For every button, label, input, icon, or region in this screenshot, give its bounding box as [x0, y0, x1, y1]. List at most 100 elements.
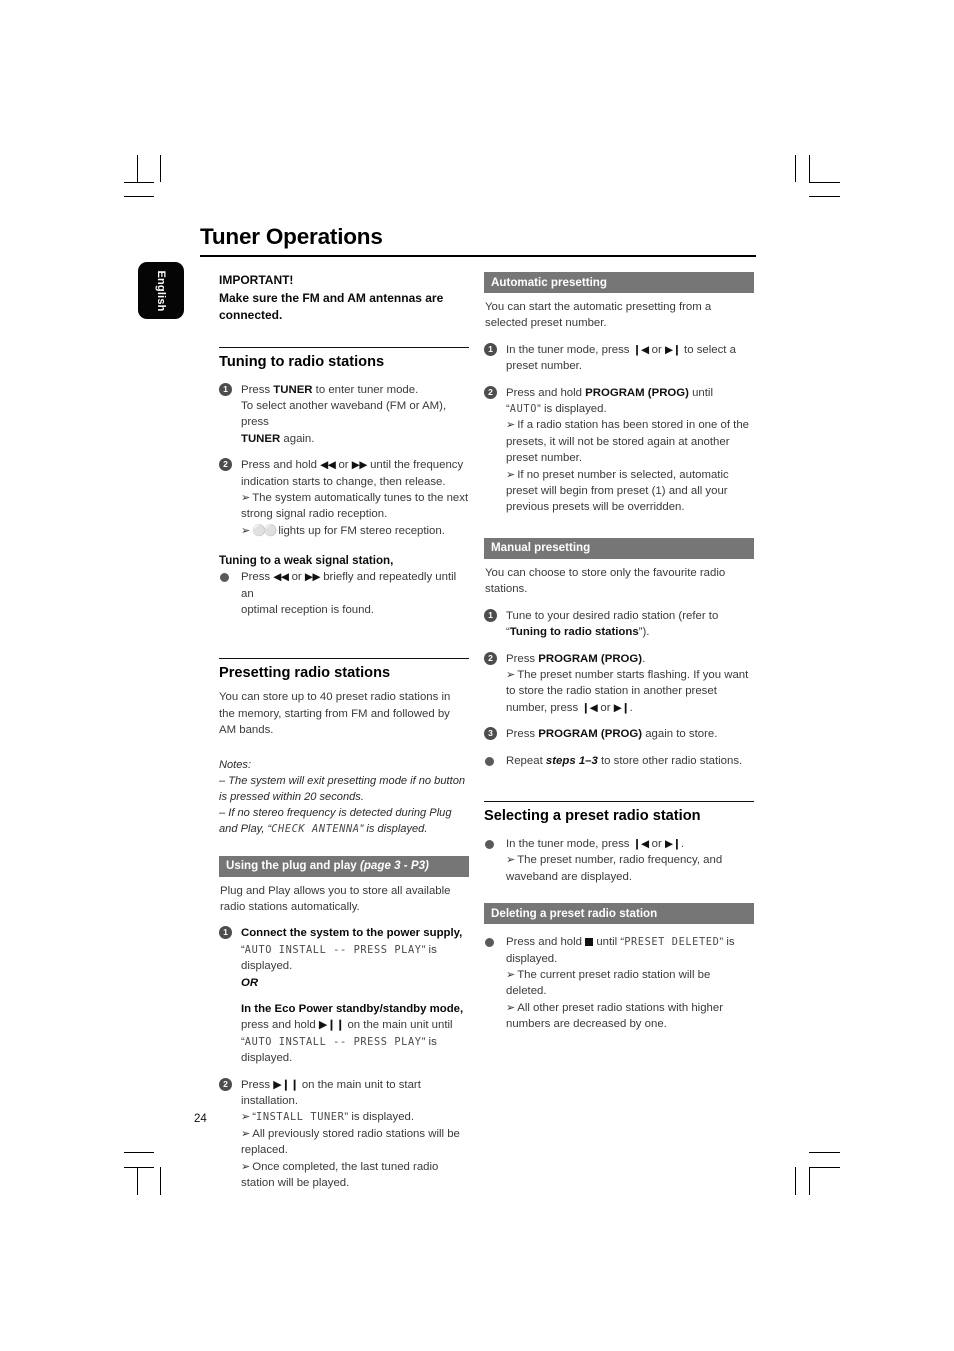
- cross-reference-label: Tuning to radio stations: [509, 626, 639, 639]
- step-number-icon: 2: [219, 458, 232, 472]
- crop-mark-bottom-left-vertical-outer: [137, 1167, 138, 1195]
- step-text-line: “AUTO” is displayed.: [506, 403, 607, 416]
- crop-mark-top-left-horizontal-inner: [124, 196, 154, 197]
- step-text: Press PROGRAM (PROG).: [506, 652, 646, 665]
- step-text: Press and hold until “PRESET DELETED” is: [506, 936, 735, 949]
- skip-previous-icon: ❙◀: [581, 701, 598, 714]
- step-number-icon: 1: [484, 342, 497, 356]
- heading-tuning-to-radio-stations: Tuning to radio stations: [219, 353, 385, 370]
- program-button-label: PROGRAM (PROG): [538, 728, 643, 741]
- section-header-deleting-preset-radio-station: Deleting a preset radio station: [484, 903, 754, 925]
- page-title: Tuner Operations: [200, 224, 383, 249]
- page-header: Tuner Operations: [200, 225, 756, 257]
- result-line: ➢ The current preset radio station will b…: [506, 968, 711, 998]
- steps-reference-label: steps 1–3: [545, 754, 598, 767]
- step-text-line: preset number.: [506, 360, 582, 373]
- lcd-display-text: AUTO INSTALL -- PRESS PLAY: [244, 943, 422, 956]
- lcd-display-text: INSTALL TUNER: [256, 1111, 345, 1124]
- step-text-line: TUNER again.: [241, 432, 315, 445]
- skip-next-icon: ▶❙: [664, 837, 681, 850]
- crop-mark-bottom-left-horizontal-outer: [124, 1152, 154, 1153]
- list-item: 1 Tune to your desired radio station (re…: [484, 608, 754, 641]
- step-text: Press ▶❙❙ on the main unit to start inst…: [241, 1078, 421, 1108]
- skip-previous-icon: ❙◀: [632, 837, 649, 850]
- result-line: ➢ The system automatically tunes to the n…: [241, 491, 469, 521]
- list-item: 2 Press ▶❙❙ on the main unit to start in…: [219, 1077, 469, 1192]
- list-item: 2 Press and hold ◀◀ or ▶▶ until the freq…: [219, 457, 469, 539]
- section-header-plug-and-play: Using the plug and play (page 3 - P3): [219, 855, 469, 877]
- selecting-section-divider: [484, 800, 754, 802]
- skip-next-icon: ▶❙: [613, 701, 630, 714]
- important-line-3: connected.: [219, 308, 283, 322]
- bullet-icon: [219, 570, 232, 583]
- section-header-automatic-presetting: Automatic presetting: [484, 272, 754, 293]
- result-arrow-icon: ➢: [241, 491, 251, 504]
- list-item: Press ◀◀ or ▶▶ briefly and repeatedly un…: [219, 569, 469, 618]
- list-item: 1 In the tuner mode, press ❙◀ or ▶❙ to s…: [484, 342, 754, 375]
- language-tab: English: [138, 262, 184, 319]
- presetting-intro: You can store up to 40 preset radio stat…: [219, 691, 451, 737]
- result-line: ➢ “INSTALL TUNER” is displayed.: [241, 1109, 469, 1125]
- note-item: – If no stereo frequency is detected dur…: [219, 807, 452, 836]
- right-column: Automatic presetting You can start the a…: [484, 272, 754, 1033]
- manual-page: English Tuner Operations IMPORTANT! Make…: [0, 0, 954, 1351]
- step-text-line: “Tuning to radio stations”).: [506, 626, 650, 639]
- result-line: ➢ If no preset number is selected, automa…: [506, 468, 729, 514]
- step-text: In the tuner mode, press ❙◀ or ▶❙ to sel…: [506, 343, 736, 356]
- section-header-manual-presetting: Manual presetting: [484, 537, 754, 559]
- result-arrow-icon: ➢: [506, 854, 516, 867]
- heading-selecting-preset-radio-station: Selecting a preset radio station: [484, 807, 701, 824]
- plug-and-play-page-ref: (page 3 - P3): [359, 859, 429, 873]
- result-arrow-icon: ➢: [506, 668, 516, 681]
- crop-mark-top-right-horizontal-outer: [809, 182, 840, 183]
- step-text-bold: In the Eco Power standby/standby mode,: [241, 1003, 464, 1016]
- step-text: Press PROGRAM (PROG) again to store.: [506, 728, 718, 741]
- list-item: 2 Press and hold PROGRAM (PROG) until “A…: [484, 385, 754, 516]
- fast-forward-icon: ▶▶: [351, 459, 368, 472]
- lcd-display-text: AUTO INSTALL -- PRESS PLAY: [244, 1035, 422, 1048]
- program-button-label: PROGRAM (PROG): [585, 386, 689, 399]
- plug-and-play-intro: Plug and Play allows you to store all av…: [220, 884, 451, 914]
- step-text: Repeat steps 1–3 to store other radio st…: [506, 754, 743, 767]
- step-text-line: To select another waveband (FM or AM), p…: [241, 399, 447, 429]
- crop-mark-bottom-right-horizontal-outer: [809, 1152, 840, 1153]
- step-text-line: displayed.: [241, 1052, 293, 1065]
- crop-mark-top-right-horizontal-inner: [809, 196, 840, 197]
- presetting-section-divider: [219, 658, 469, 660]
- tuner-button-label: TUNER: [273, 383, 313, 396]
- automatic-presetting-intro: You can start the automatic presetting f…: [485, 301, 712, 330]
- step-text: Tune to your desired radio station (refe…: [506, 609, 719, 622]
- step-text-line: displayed.: [241, 960, 293, 973]
- crop-mark-bottom-right-horizontal-inner: [809, 1167, 840, 1168]
- fast-forward-icon: ▶▶: [304, 571, 321, 584]
- crop-mark-bottom-left-horizontal-inner: [124, 1167, 154, 1168]
- step-text-line: displayed.: [506, 952, 558, 965]
- left-column: IMPORTANT! Make sure the FM and AM anten…: [219, 272, 469, 1192]
- notes-label: Notes:: [219, 758, 252, 771]
- crop-mark-top-left-vertical-outer: [137, 155, 138, 182]
- important-notice: IMPORTANT! Make sure the FM and AM anten…: [219, 272, 469, 325]
- step-number-icon: 3: [484, 727, 497, 741]
- notes-block: Notes: – The system will exit presetting…: [219, 757, 469, 838]
- step-number-icon: 1: [484, 608, 497, 622]
- crop-mark-bottom-right-vertical-outer: [809, 1167, 810, 1195]
- result-arrow-icon: ➢: [241, 1127, 251, 1140]
- result-arrow-icon: ➢: [241, 1111, 251, 1124]
- step-text: Press and hold PROGRAM (PROG) until: [506, 386, 713, 399]
- important-line-2: Make sure the FM and AM antennas are: [219, 290, 444, 305]
- bullet-icon: [484, 935, 497, 948]
- step-text-line: press and hold ▶❙❙ on the main unit unti…: [241, 1019, 453, 1032]
- stop-icon: [585, 937, 594, 946]
- lcd-display-text: AUTO: [509, 403, 537, 416]
- crop-mark-top-left-vertical-inner: [160, 155, 161, 182]
- result-line: ➢ The preset number starts flashing. If y…: [506, 668, 749, 714]
- step-text-line: indication starts to change, then releas…: [241, 475, 446, 488]
- page-number: 24: [194, 1113, 207, 1125]
- step-number-icon: 1: [219, 926, 232, 940]
- bullet-icon: [484, 754, 497, 767]
- result-arrow-icon: ➢: [241, 1160, 251, 1173]
- step-text-line: optimal reception is found.: [241, 603, 374, 616]
- skip-previous-icon: ❙◀: [632, 343, 649, 356]
- crop-mark-bottom-right-vertical-inner: [795, 1167, 796, 1195]
- rewind-icon: ◀◀: [320, 459, 336, 472]
